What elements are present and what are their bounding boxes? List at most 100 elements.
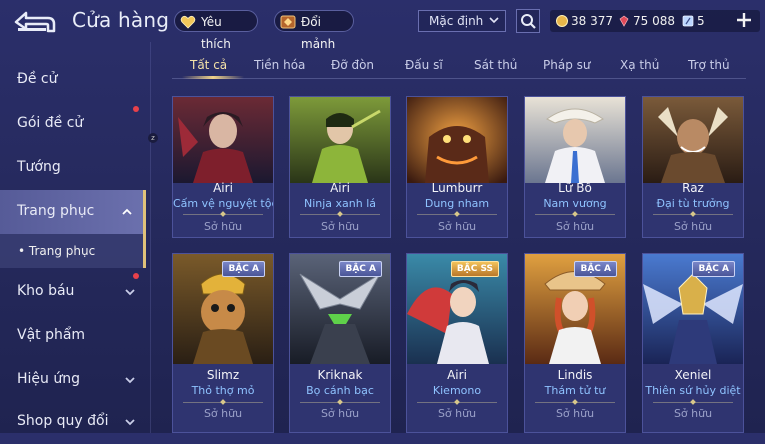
sidebar-item-items[interactable]: Vật phẩm — [0, 314, 146, 358]
collapse-handle[interactable]: z — [148, 133, 158, 143]
skin-card[interactable]: BẬC A Lindis Thám tử tư Sở hữu — [524, 253, 626, 433]
hero-name: Lữ Bố — [558, 181, 592, 195]
divider-ornament — [220, 399, 226, 405]
divider-ornament — [690, 399, 696, 405]
tabs-divider — [172, 78, 746, 79]
chevron-down-icon — [125, 419, 135, 426]
sidebar-item-label: Kho báu — [17, 283, 75, 299]
skin-name: Thiên sứ hủy diệt — [645, 384, 741, 397]
skin-card[interactable]: BẬC SS Airi Kiemono Sở hữu — [406, 253, 508, 433]
voucher-value: 5 — [697, 14, 705, 28]
currency-bar: 38 377 75 088 5 — [550, 10, 760, 32]
divider-ornament — [572, 211, 578, 217]
owned-status: Sở hữu — [203, 407, 243, 420]
divider-ornament — [337, 211, 343, 217]
tab-fighter[interactable]: Đấu sĩ — [405, 58, 443, 72]
gem-counter: 75 088 — [618, 13, 675, 29]
tab-mage[interactable]: Pháp sư — [543, 58, 590, 72]
owned-status: Sở hữu — [320, 407, 360, 420]
tier-badge: BẬC A — [339, 261, 382, 277]
tier-badge: BẬC A — [222, 261, 265, 277]
chevron-down-icon — [125, 289, 135, 296]
voucher-counter: 5 — [682, 13, 705, 29]
skin-name: Kiemono — [432, 384, 482, 397]
tier-badge: BẬC A — [692, 261, 735, 277]
tab-marksman[interactable]: Xạ thủ — [620, 58, 659, 72]
hero-name: Slimz — [206, 368, 240, 382]
owned-status: Sở hữu — [555, 220, 595, 233]
skin-card[interactable]: BẬC A Kriknak Bọ cánh bạc Sở hữu — [289, 253, 391, 433]
sidebar-item-skins[interactable]: Trang phục — [0, 190, 146, 234]
tab-all[interactable]: Tất cả — [190, 58, 227, 72]
skin-card[interactable]: Raz Đại tù trưởng Sở hữu — [642, 96, 744, 238]
skin-card[interactable]: Airi Cấm vệ nguyệt tộc Sở hữu — [172, 96, 274, 238]
tier-badge: BẬC SS — [450, 261, 499, 277]
owned-status: Sở hữu — [203, 220, 243, 233]
tab-support[interactable]: Trợ thủ — [688, 58, 730, 72]
divider-ornament — [690, 211, 696, 217]
skin-card[interactable]: Airi Ninja xanh lá Sở hữu — [289, 96, 391, 238]
sidebar-item-heroes[interactable]: Tướng — [0, 146, 146, 190]
top-up-button[interactable] — [735, 11, 753, 29]
gem-value: 75 088 — [633, 14, 675, 28]
owned-status: Sở hữu — [673, 220, 713, 233]
sidebar-divider — [150, 42, 151, 433]
hero-name: Lindis — [557, 368, 593, 382]
shard-chest-icon — [280, 15, 296, 29]
skin-name: Thỏ thợ mỏ — [191, 384, 255, 397]
tab-evolving[interactable]: Tiền hóa — [254, 58, 305, 72]
skin-name: Thám tử tư — [544, 384, 606, 397]
back-button[interactable] — [14, 11, 56, 33]
hero-name: Kriknak — [317, 368, 363, 382]
skin-artwork — [643, 97, 743, 183]
owned-status: Sở hữu — [320, 220, 360, 233]
search-button[interactable] — [516, 9, 540, 33]
skin-artwork — [525, 97, 625, 183]
skin-card[interactable]: BẬC A Slimz Thỏ thợ mỏ Sở hữu — [172, 253, 274, 433]
sort-value: Mặc định — [429, 14, 484, 28]
favorites-button[interactable]: Yêu thích — [174, 10, 258, 51]
search-icon — [521, 14, 536, 29]
owned-status: Sở hữu — [437, 407, 477, 420]
gold-value: 38 377 — [571, 14, 613, 28]
tab-tank[interactable]: Đỡ đòn — [331, 58, 374, 72]
skin-card[interactable]: Lumburr Dung nham Sở hữu — [406, 96, 508, 238]
sidebar: Đề cử Gói đề cử Tướng Trang phục • Trang… — [0, 42, 150, 433]
sidebar-item-treasure[interactable]: Kho báu — [0, 270, 146, 314]
skin-card[interactable]: BẬC A Xeniel Thiên sứ hủy diệt Sở hữu — [642, 253, 744, 433]
sidebar-item-exchange-shop[interactable]: Shop quy đổi — [0, 400, 146, 444]
skin-artwork — [173, 97, 273, 183]
owned-status: Sở hữu — [555, 407, 595, 420]
sidebar-item-label: Đề cử — [17, 71, 58, 87]
sidebar-item-featured-packs[interactable]: Gói đề cử — [0, 102, 146, 146]
chevron-up-icon — [122, 208, 132, 215]
sidebar-subitem-skins[interactable]: • Trang phục — [0, 234, 146, 268]
favorites-label: Yêu thích — [201, 15, 231, 51]
exchange-label: Đổi mảnh — [301, 15, 336, 51]
heart-icon — [180, 15, 196, 29]
tab-assassin[interactable]: Sát thủ — [474, 58, 517, 72]
hero-name: Airi — [330, 181, 350, 195]
back-arrow-icon — [14, 11, 56, 33]
tier-badge: BẬC A — [574, 261, 617, 277]
gold-counter: 38 377 — [556, 13, 613, 29]
sidebar-item-label: Shop quy đổi — [17, 413, 109, 429]
divider-ornament — [454, 399, 460, 405]
chevron-down-icon — [125, 377, 135, 384]
sort-dropdown[interactable]: Mặc định — [418, 10, 506, 32]
skin-name: Ninja xanh lá — [303, 197, 377, 210]
exchange-shards-button[interactable]: Đổi mảnh — [274, 10, 354, 51]
category-tabs: Tất cả Tiền hóa Đỡ đòn Đấu sĩ Sát thủ Ph… — [172, 50, 746, 80]
sidebar-item-featured[interactable]: Đề cử — [0, 58, 146, 102]
hero-name: Lumburr — [431, 181, 483, 195]
owned-status: Sở hữu — [673, 407, 713, 420]
hero-name: Airi — [447, 368, 467, 382]
page-title: Cửa hàng — [72, 8, 170, 32]
skin-artwork — [407, 97, 507, 183]
active-tab-indicator — [182, 76, 244, 79]
skin-card[interactable]: Lữ Bố Nam vương Sở hữu — [524, 96, 626, 238]
divider-ornament — [572, 399, 578, 405]
hero-name: Airi — [213, 181, 233, 195]
gem-icon — [619, 15, 629, 27]
sidebar-item-effects[interactable]: Hiệu ứng — [0, 358, 146, 402]
